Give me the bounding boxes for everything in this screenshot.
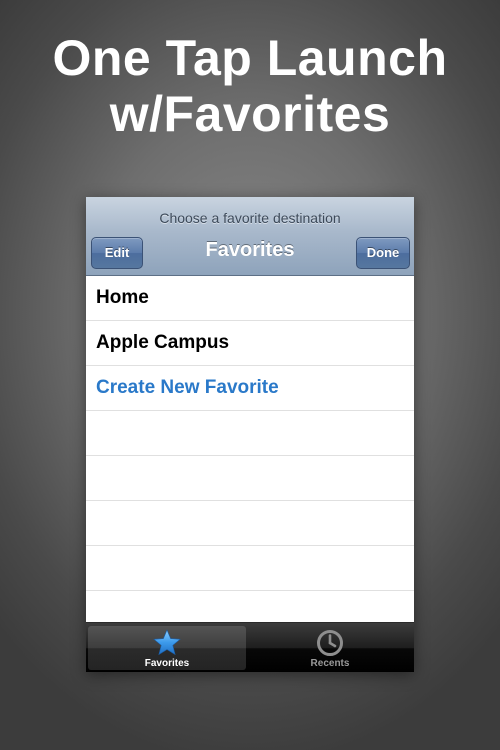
promo-headline: One Tap Launch w/Favorites bbox=[0, 30, 500, 142]
list-item-label: Home bbox=[96, 287, 149, 308]
headline-line-1: One Tap Launch bbox=[52, 30, 448, 86]
list-item-apple-campus[interactable]: Apple Campus bbox=[86, 321, 414, 366]
tab-recents[interactable]: Recents bbox=[251, 626, 409, 670]
create-new-favorite-item[interactable]: Create New Favorite bbox=[86, 366, 414, 411]
tab-favorites-label: Favorites bbox=[144, 658, 190, 669]
nav-prompt: Choose a favorite destination bbox=[159, 210, 341, 226]
list-item-empty bbox=[86, 456, 414, 501]
list-item-empty bbox=[86, 501, 414, 546]
list-item-empty bbox=[86, 411, 414, 456]
phone-screen: Choose a favorite destination Edit Favor… bbox=[86, 197, 414, 672]
tab-favorites[interactable]: Favorites bbox=[88, 626, 246, 670]
favorites-list: Home Apple Campus Create New Favorite bbox=[86, 276, 414, 636]
list-item-label: Apple Campus bbox=[96, 332, 230, 353]
headline-line-2: w/Favorites bbox=[109, 86, 391, 142]
done-button[interactable]: Done bbox=[356, 237, 410, 269]
star-icon bbox=[88, 629, 246, 657]
list-item-home[interactable]: Home bbox=[86, 276, 414, 321]
tab-recents-label: Recents bbox=[310, 658, 350, 669]
navigation-bar: Choose a favorite destination Edit Favor… bbox=[86, 197, 414, 276]
tab-bar: Favorites Recents bbox=[86, 622, 414, 672]
create-new-favorite-label: Create New Favorite bbox=[96, 377, 279, 398]
list-item-empty bbox=[86, 546, 414, 591]
clock-icon bbox=[251, 629, 409, 657]
